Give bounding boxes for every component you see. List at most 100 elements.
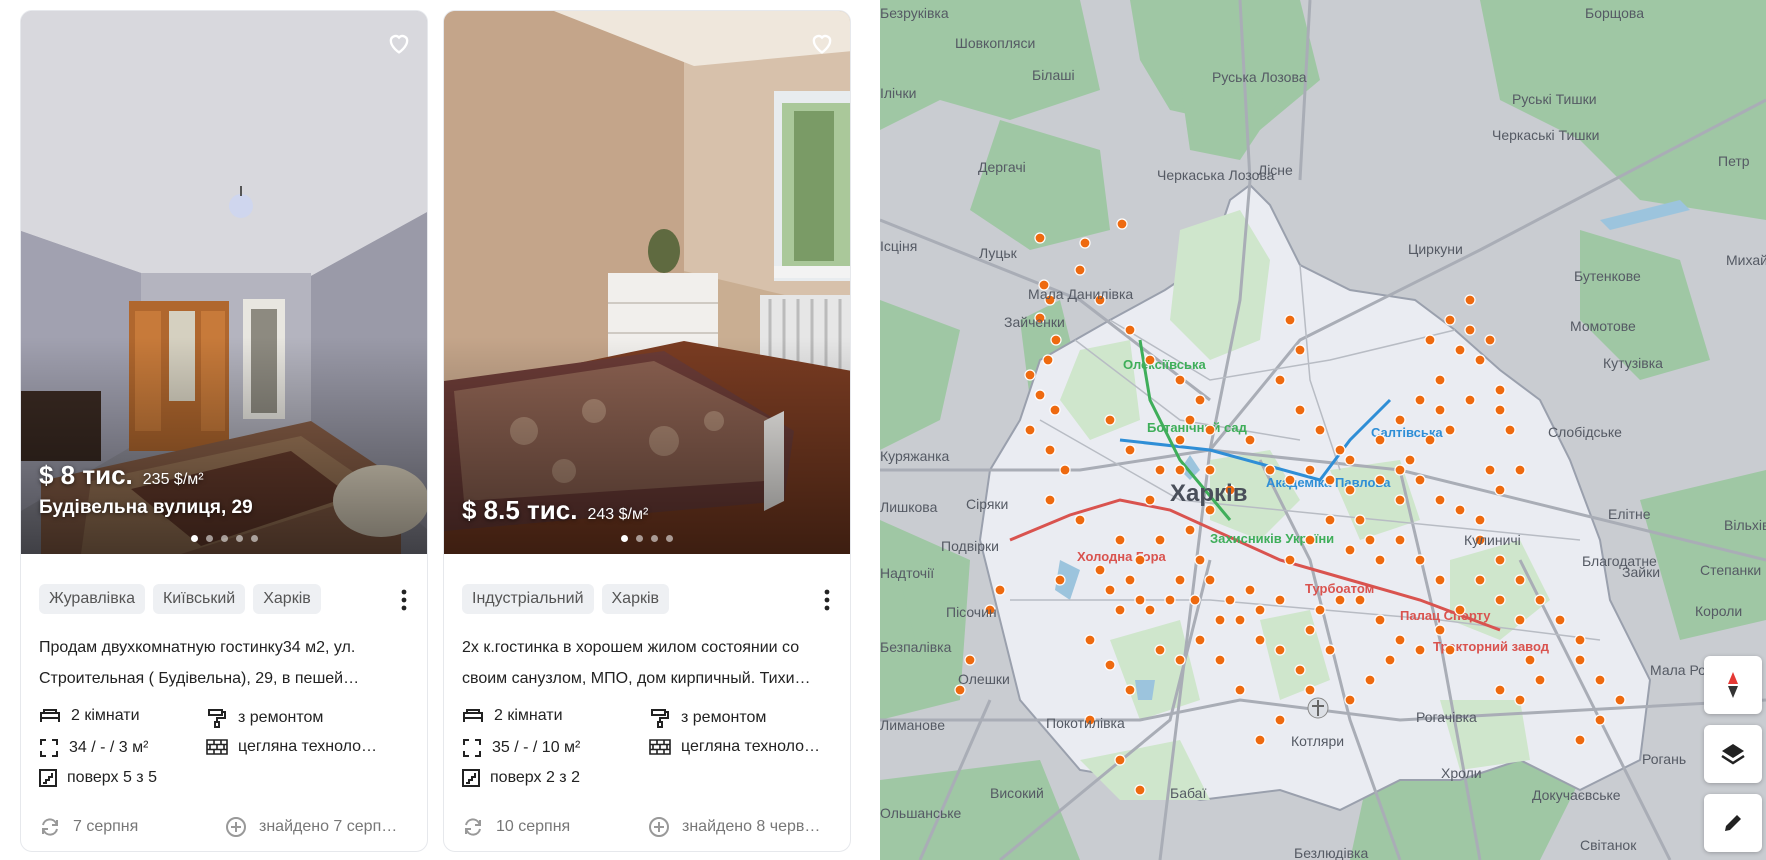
listing-marker[interactable] xyxy=(1334,444,1346,456)
listing-marker[interactable] xyxy=(1434,404,1446,416)
listing-marker[interactable] xyxy=(1104,659,1116,671)
listing-marker[interactable] xyxy=(1124,324,1136,336)
listing-marker[interactable] xyxy=(1424,434,1436,446)
listing-marker[interactable] xyxy=(1374,434,1386,446)
listing-marker[interactable] xyxy=(1204,424,1216,436)
more-options-icon[interactable] xyxy=(401,588,407,612)
tag-district[interactable]: Індустріальний xyxy=(462,584,594,614)
photo-dot[interactable] xyxy=(205,535,213,542)
listing-photo[interactable]: $ 8 тис. 235 $/м² Будівельна вулиця, 29 xyxy=(21,11,427,554)
listing-marker[interactable] xyxy=(1474,514,1486,526)
listing-marker[interactable] xyxy=(1124,444,1136,456)
listing-marker[interactable] xyxy=(1494,684,1506,696)
listing-marker[interactable] xyxy=(1174,374,1186,386)
listing-marker[interactable] xyxy=(1354,594,1366,606)
listing-marker[interactable] xyxy=(1394,634,1406,646)
listing-marker[interactable] xyxy=(1284,474,1296,486)
listing-marker[interactable] xyxy=(1554,614,1566,626)
listing-marker[interactable] xyxy=(1054,574,1066,586)
listing-marker[interactable] xyxy=(1224,594,1236,606)
draw-button[interactable] xyxy=(1704,794,1762,852)
listing-marker[interactable] xyxy=(1234,614,1246,626)
photo-dot[interactable] xyxy=(651,535,658,542)
listing-marker[interactable] xyxy=(1304,684,1316,696)
listing-marker[interactable] xyxy=(1164,594,1176,606)
listing-marker[interactable] xyxy=(1044,444,1056,456)
listing-marker[interactable] xyxy=(1474,574,1486,586)
listing-marker[interactable] xyxy=(1414,644,1426,656)
listing-marker[interactable] xyxy=(1189,594,1201,606)
listing-marker[interactable] xyxy=(1574,634,1586,646)
listing-marker[interactable] xyxy=(1454,604,1466,616)
listing-marker[interactable] xyxy=(1384,654,1396,666)
listing-marker[interactable] xyxy=(1474,354,1486,366)
listing-marker[interactable] xyxy=(1484,334,1496,346)
listing-marker[interactable] xyxy=(1374,614,1386,626)
listing-marker[interactable] xyxy=(1314,604,1326,616)
listing-marker[interactable] xyxy=(1324,644,1336,656)
listing-marker[interactable] xyxy=(1174,574,1186,586)
listing-marker[interactable] xyxy=(1374,554,1386,566)
listing-marker[interactable] xyxy=(1034,389,1046,401)
listing-marker[interactable] xyxy=(1104,414,1116,426)
listing-marker[interactable] xyxy=(1174,654,1186,666)
listing-marker[interactable] xyxy=(1404,454,1416,466)
listing-marker[interactable] xyxy=(1274,714,1286,726)
layers-button[interactable] xyxy=(1704,725,1762,783)
listing-marker[interactable] xyxy=(1114,534,1126,546)
listing-marker[interactable] xyxy=(1034,232,1046,244)
listing-marker[interactable] xyxy=(1444,644,1456,656)
listing-marker[interactable] xyxy=(1204,464,1216,476)
listing-marker[interactable] xyxy=(1494,484,1506,496)
listing-marker[interactable] xyxy=(1050,334,1062,346)
listing-marker[interactable] xyxy=(1134,554,1146,566)
listing-marker[interactable] xyxy=(1079,237,1091,249)
listing-marker[interactable] xyxy=(1074,264,1086,276)
listing-marker[interactable] xyxy=(1144,604,1156,616)
listing-marker[interactable] xyxy=(1344,484,1356,496)
photo-dot[interactable] xyxy=(190,535,198,542)
listing-marker[interactable] xyxy=(1524,654,1536,666)
listing-marker[interactable] xyxy=(1594,674,1606,686)
listing-marker[interactable] xyxy=(1304,464,1316,476)
listing-marker[interactable] xyxy=(1084,634,1096,646)
listing-marker[interactable] xyxy=(1374,474,1386,486)
listing-marker[interactable] xyxy=(1234,684,1246,696)
listing-marker[interactable] xyxy=(1194,554,1206,566)
listing-marker[interactable] xyxy=(1484,464,1496,476)
listing-marker[interactable] xyxy=(1094,564,1106,576)
more-options-icon[interactable] xyxy=(824,588,830,612)
listing-marker[interactable] xyxy=(1454,344,1466,356)
favorite-heart-icon[interactable] xyxy=(808,29,836,57)
listing-marker[interactable] xyxy=(1264,464,1276,476)
listing-marker[interactable] xyxy=(994,584,1006,596)
photo-dot[interactable] xyxy=(235,535,243,542)
listing-marker[interactable] xyxy=(1042,354,1054,366)
listing-marker[interactable] xyxy=(1464,394,1476,406)
listing-card[interactable]: $ 8.5 тис. 243 $/м² Індустріальний Харкі… xyxy=(443,10,851,852)
listing-marker[interactable] xyxy=(1494,594,1506,606)
listing-marker[interactable] xyxy=(1214,614,1226,626)
listing-marker[interactable] xyxy=(1324,474,1336,486)
listing-marker[interactable] xyxy=(1444,314,1456,326)
listing-marker[interactable] xyxy=(1514,464,1526,476)
listing-marker[interactable] xyxy=(1344,694,1356,706)
listing-marker[interactable] xyxy=(1074,514,1086,526)
listing-marker[interactable] xyxy=(1394,534,1406,546)
listing-marker[interactable] xyxy=(1294,344,1306,356)
listing-marker[interactable] xyxy=(1059,464,1071,476)
listing-marker[interactable] xyxy=(1314,424,1326,436)
tag-district[interactable]: Київський xyxy=(152,584,246,614)
listing-marker[interactable] xyxy=(964,654,976,666)
listing-marker[interactable] xyxy=(1184,524,1196,536)
listing-marker[interactable] xyxy=(1414,554,1426,566)
listing-marker[interactable] xyxy=(1024,369,1036,381)
tag-neighborhood[interactable]: Журавлівка xyxy=(39,584,145,614)
listing-marker[interactable] xyxy=(1414,474,1426,486)
listing-marker[interactable] xyxy=(1254,604,1266,616)
listing-marker[interactable] xyxy=(1364,534,1376,546)
listing-marker[interactable] xyxy=(1174,464,1186,476)
listing-marker[interactable] xyxy=(1049,404,1061,416)
listing-marker[interactable] xyxy=(1214,654,1226,666)
listing-marker[interactable] xyxy=(1574,734,1586,746)
